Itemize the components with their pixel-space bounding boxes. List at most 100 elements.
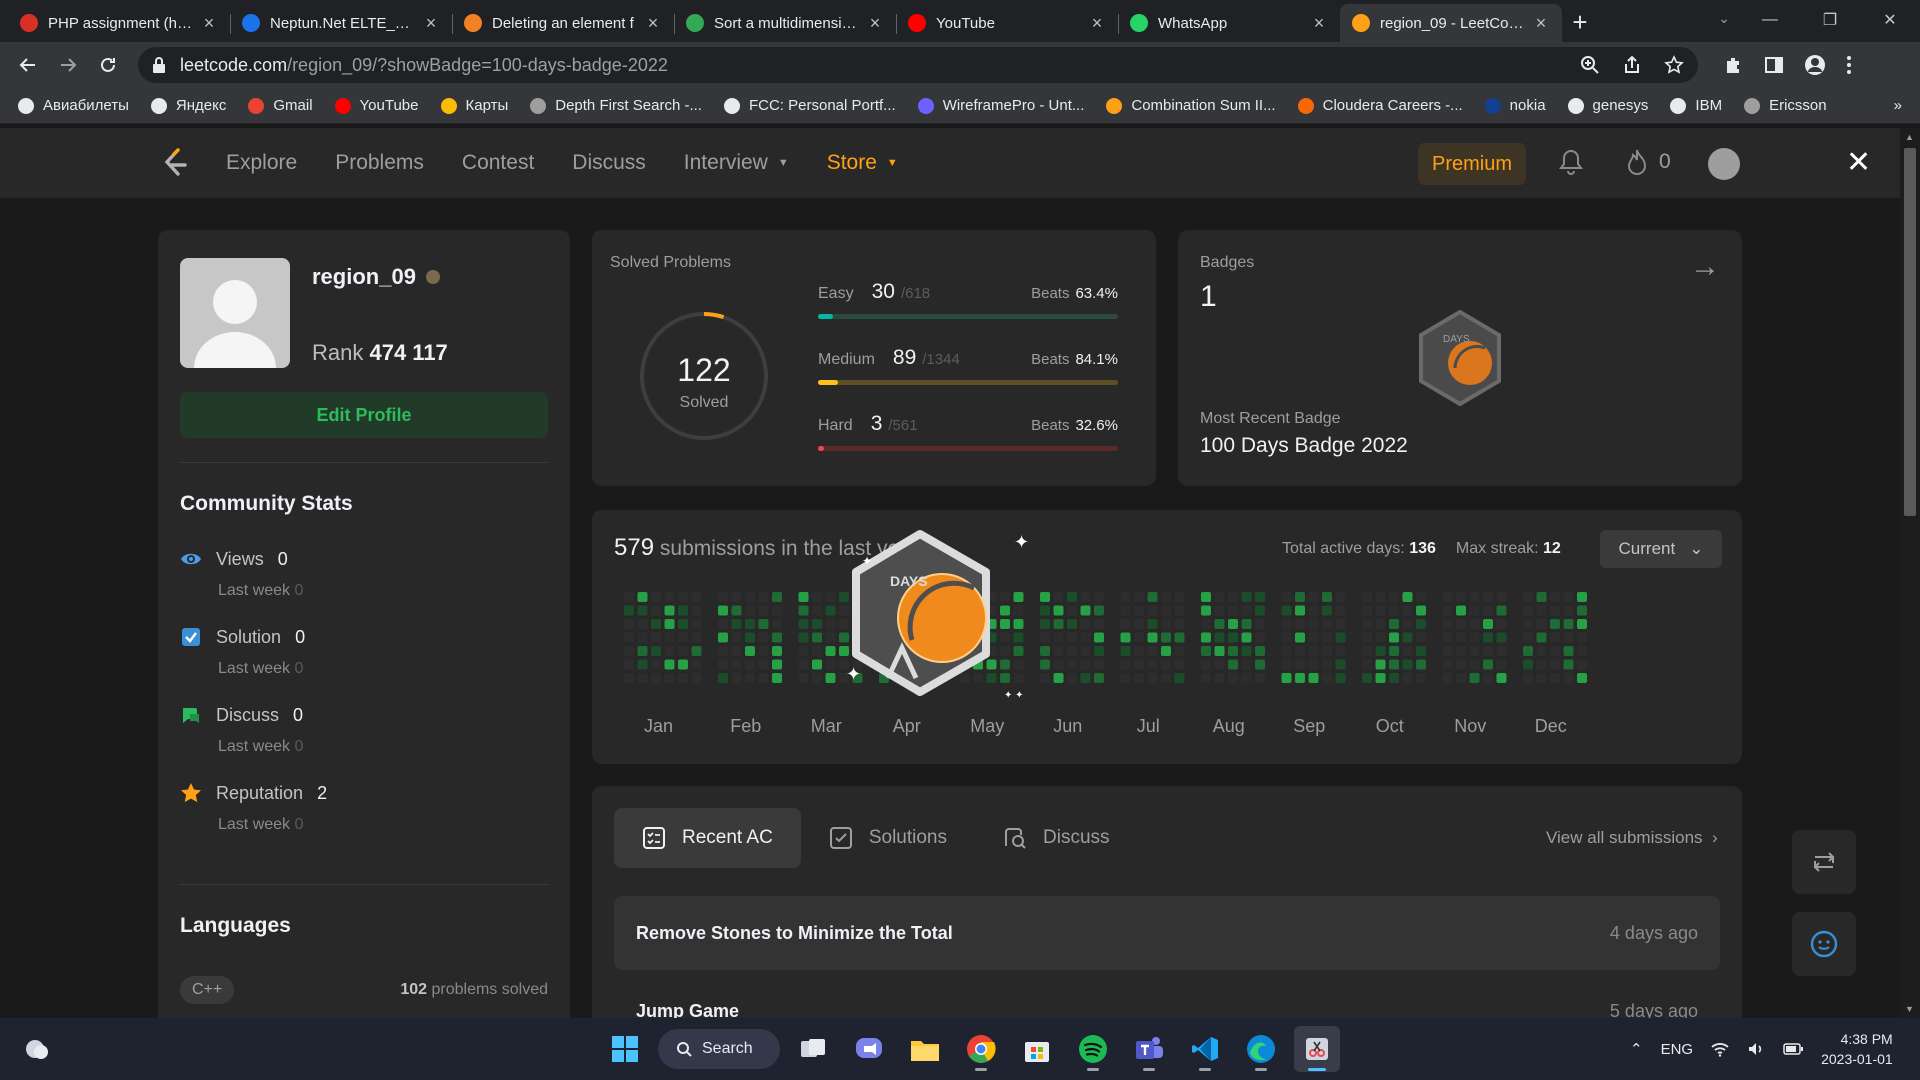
heatmap-cell[interactable] [1389,605,1399,616]
heatmap-cell[interactable] [812,646,822,656]
heatmap-cell[interactable] [678,605,688,616]
heatmap-cell[interactable] [1214,673,1225,683]
heatmap-cell[interactable] [1375,605,1386,616]
heatmap-cell[interactable] [1536,646,1547,656]
heatmap-cell[interactable] [1563,673,1574,683]
back-button[interactable] [10,47,46,83]
language-tag[interactable]: C++ [180,976,235,1004]
heatmap-cell[interactable] [798,646,809,656]
heatmap-cell[interactable] [651,605,661,616]
bookmark-item[interactable]: Combination Sum II... [1106,97,1276,114]
heatmap-cell[interactable] [1402,646,1413,656]
heatmap-cell[interactable] [745,659,755,670]
heatmap-cell[interactable] [1161,619,1171,629]
heatmap-cell[interactable] [1067,659,1077,670]
heatmap-cell[interactable] [1241,673,1252,683]
heatmap-cell[interactable] [745,605,755,616]
teams-button[interactable] [1126,1026,1172,1072]
arrow-right-icon[interactable]: → [1690,250,1720,284]
heatmap-cell[interactable] [678,619,688,629]
heatmap-cell[interactable] [825,646,836,656]
heatmap-cell[interactable] [1053,646,1064,656]
heatmap-cell[interactable] [1536,659,1547,670]
heatmap-cell[interactable] [1281,673,1292,683]
heatmap-cell[interactable] [1402,673,1413,683]
heatmap-cell[interactable] [718,659,728,670]
heatmap-cell[interactable] [745,592,755,602]
heatmap-cell[interactable] [1402,659,1413,670]
heatmap-cell[interactable] [637,673,648,683]
tab-discuss[interactable]: Discuss [975,808,1138,868]
heatmap-cell[interactable] [637,646,648,656]
address-bar[interactable]: leetcode.com /region_09/?showBadge=100-d… [138,47,1698,83]
heatmap-cell[interactable] [1228,592,1238,602]
heatmap-cell[interactable] [1442,619,1453,629]
heatmap-cell[interactable] [1496,619,1507,629]
close-tab-icon[interactable]: × [422,14,440,32]
heatmap-cell[interactable] [825,659,836,670]
heatmap-cell[interactable] [1496,592,1507,602]
heatmap-cell[interactable] [1416,632,1426,643]
leetcode-logo-icon[interactable] [162,148,188,178]
heatmap-cell[interactable] [758,659,769,670]
heatmap-cell[interactable] [1040,659,1050,670]
heatmap-cell[interactable] [1161,646,1171,656]
heatmap-cell[interactable] [812,659,822,670]
heatmap-cell[interactable] [758,646,769,656]
heatmap-cell[interactable] [1550,646,1560,656]
heatmap-cell[interactable] [1335,592,1346,602]
heatmap-cell[interactable] [1255,592,1265,602]
heatmap-cell[interactable] [1389,673,1399,683]
heatmap-cell[interactable] [812,592,822,602]
input-language[interactable]: ENG [1661,1041,1694,1058]
heatmap-cell[interactable] [1308,659,1319,670]
heatmap-cell[interactable] [1416,659,1426,670]
heatmap-cell[interactable] [1456,592,1466,602]
heatmap-cell[interactable] [772,592,782,602]
heatmap-cell[interactable] [772,632,782,643]
heatmap-cell[interactable] [1161,673,1171,683]
heatmap-cell[interactable] [1362,619,1372,629]
heatmap-cell[interactable] [1013,619,1024,629]
heatmap-cell[interactable] [1053,673,1064,683]
bookmark-item[interactable]: genesys [1567,97,1648,114]
heatmap-cell[interactable] [651,646,661,656]
heatmap-cell[interactable] [624,619,634,629]
more-bookmarks-icon[interactable]: » [1894,97,1902,114]
heatmap-cell[interactable] [1577,632,1587,643]
side-panel-icon[interactable] [1764,55,1784,75]
heatmap-cell[interactable] [1134,646,1144,656]
bookmark-item[interactable]: Авиабилеты [18,97,129,114]
heatmap-cell[interactable] [1416,619,1426,629]
heatmap-cell[interactable] [1080,659,1091,670]
heatmap-cell[interactable] [1536,619,1547,629]
bookmark-star-icon[interactable] [1664,55,1684,75]
heatmap-cell[interactable] [1295,619,1305,629]
heatmap-cell[interactable] [1281,646,1292,656]
heatmap-cell[interactable] [839,592,849,602]
spotify-button[interactable] [1070,1026,1116,1072]
heatmap-cell[interactable] [1389,592,1399,602]
edit-profile-button[interactable]: Edit Profile [180,392,548,438]
heatmap-cell[interactable] [1563,646,1574,656]
heatmap-cell[interactable] [798,592,809,602]
scroll-down-icon[interactable]: ▼ [1905,1004,1914,1014]
browser-tab[interactable]: Deleting an element f × [452,4,674,42]
heatmap-cell[interactable] [1094,619,1104,629]
heatmap-cell[interactable] [1362,605,1372,616]
heatmap-cell[interactable] [1563,605,1574,616]
heatmap-cell[interactable] [1402,632,1413,643]
heatmap-cell[interactable] [1228,646,1238,656]
heatmap-cell[interactable] [1094,592,1104,602]
heatmap-cell[interactable] [1067,673,1077,683]
heatmap-cell[interactable] [1040,605,1050,616]
heatmap-cell[interactable] [1094,673,1104,683]
heatmap-cell[interactable] [1442,646,1453,656]
heatmap-cell[interactable] [1295,592,1305,602]
heatmap-cell[interactable] [1295,632,1305,643]
heatmap-cell[interactable] [678,659,688,670]
heatmap-cell[interactable] [1322,605,1332,616]
share-icon[interactable] [1622,55,1642,75]
tab-search-icon[interactable]: ⌄ [1718,10,1730,27]
heatmap-cell[interactable] [1550,659,1560,670]
